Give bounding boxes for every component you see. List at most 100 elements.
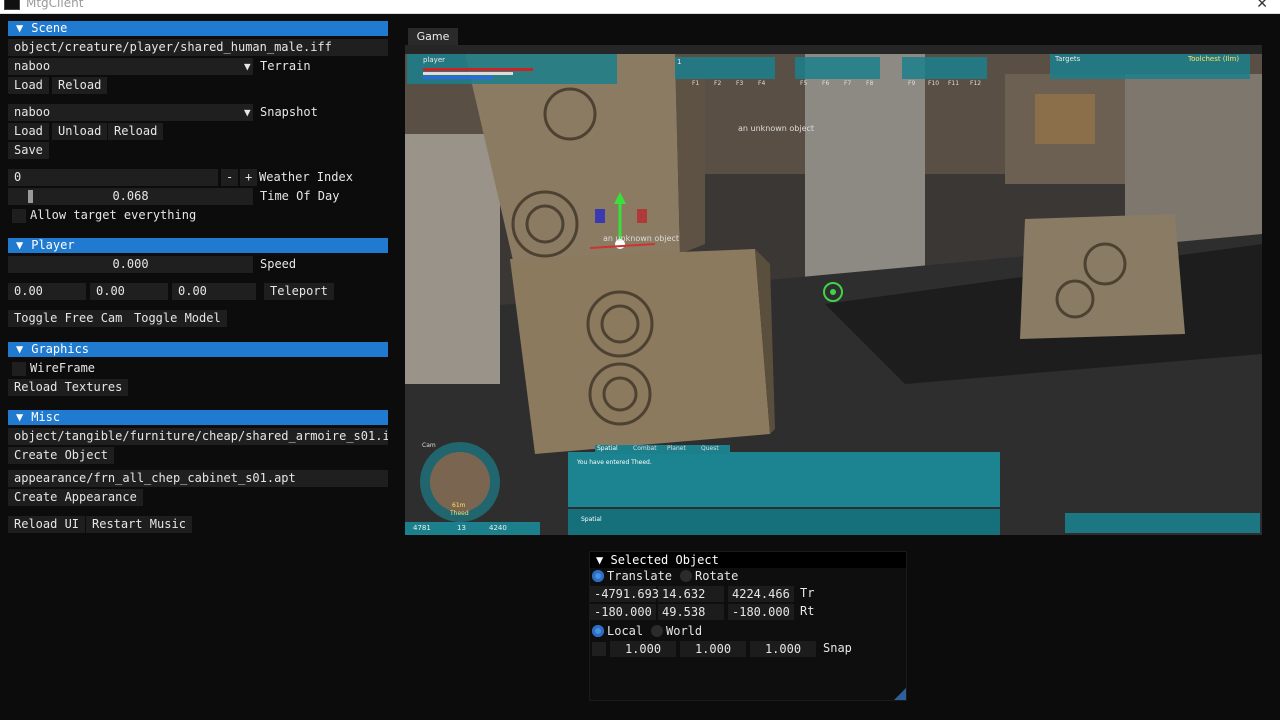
hotkey-row: F1 F2 F3 F4 F5 F6 F7 F8 F9 F10 F11 F12 [692, 80, 992, 89]
chat-message: You have entered Theed. [577, 459, 652, 466]
weather-minus-button[interactable]: - [221, 169, 239, 186]
allow-target-label: Allow target everything [30, 208, 197, 222]
hotkey-label: F7 [844, 80, 852, 87]
speed-field[interactable]: 0.000 [8, 256, 253, 273]
snap-y-field[interactable]: 1.000 [680, 641, 746, 657]
collapse-triangle-icon: ▼ [16, 21, 24, 35]
hotkey-label: F12 [970, 80, 982, 87]
restart-music-button[interactable]: Restart Music [86, 516, 192, 533]
combo-arrow-icon[interactable]: ▼ [244, 60, 251, 73]
chat-tab-quest[interactable]: Quest [701, 445, 719, 452]
snap-z-field[interactable]: 1.000 [750, 641, 816, 657]
toggle-free-cam-button[interactable]: Toggle Free Cam [8, 310, 129, 327]
player-header[interactable]: ▼ Player [8, 238, 388, 253]
snap-x-field[interactable]: 1.000 [610, 641, 676, 657]
object-label: an unknown object [603, 234, 680, 243]
misc-header[interactable]: ▼ Misc [8, 410, 388, 425]
terrain-label: Terrain [260, 59, 311, 73]
hotkey-label: F4 [758, 80, 766, 87]
create-object-button[interactable]: Create Object [8, 447, 114, 464]
translate-label: Translate [607, 569, 673, 583]
radar-label: Cam [422, 442, 436, 449]
graphics-header[interactable]: ▼ Graphics [8, 342, 388, 357]
scene-header[interactable]: ▼ Scene [8, 21, 388, 36]
window-title: MtgClient [26, 0, 84, 10]
collapse-triangle-icon: ▼ [16, 342, 24, 356]
rotate-x-field[interactable]: -180.000 [590, 604, 656, 620]
collapse-triangle-icon: ▼ [16, 238, 24, 252]
weather-index-label: Weather Index [259, 170, 353, 184]
game-tab[interactable]: Game [408, 28, 458, 45]
create-appearance-button[interactable]: Create Appearance [8, 489, 143, 506]
wireframe-checkbox[interactable] [12, 362, 26, 376]
translate-z-field[interactable]: 4224.466 [728, 586, 794, 602]
game-scene [405, 54, 1262, 535]
rotate-row-label: Rt [800, 604, 815, 618]
hotkey-label: F9 [908, 80, 916, 87]
position-y-field[interactable]: 0.00 [90, 283, 168, 300]
selected-object-header[interactable]: ▼ Selected Object [590, 552, 906, 568]
snap-label: Snap [823, 641, 852, 655]
misc-object-path-field[interactable]: object/tangible/furniture/cheap/shared_a… [8, 428, 388, 445]
translate-y-field[interactable]: 14.632 [658, 586, 724, 602]
toggle-model-button[interactable]: Toggle Model [128, 310, 227, 327]
appearance-path-field[interactable]: appearance/frn_all_chep_cabinet_s01.apt [8, 470, 388, 487]
local-label: Local [607, 624, 644, 638]
chat-tab-combat[interactable]: Combat [633, 445, 657, 452]
snapshot-load-button[interactable]: Load [8, 123, 49, 140]
speed-label: Speed [260, 257, 297, 271]
hotkey-label: F6 [822, 80, 830, 87]
world-label: World [666, 624, 703, 638]
combo-arrow-icon[interactable]: ▼ [244, 106, 251, 119]
scene-object-path-field[interactable]: object/creature/player/shared_human_male… [8, 39, 388, 56]
time-slider-grab[interactable] [28, 190, 33, 203]
terrain-load-button[interactable]: Load [8, 77, 49, 94]
snapshot-reload-button[interactable]: Reload [108, 123, 164, 140]
position-x-field[interactable]: 0.00 [8, 283, 86, 300]
rotate-radio[interactable] [680, 570, 692, 582]
rotate-y-field[interactable]: 49.538 [658, 604, 724, 620]
hotkey-label: F2 [714, 80, 722, 87]
local-radio[interactable] [592, 625, 604, 637]
reload-ui-button[interactable]: Reload UI [8, 516, 86, 533]
close-icon[interactable]: ✕ [1256, 0, 1268, 12]
debug-panel: ▼ Scene object/creature/player/shared_hum… [8, 18, 390, 720]
weather-index-field[interactable]: 0 [8, 169, 218, 186]
resize-grip-icon[interactable] [894, 688, 906, 700]
hotkey-label: F5 [800, 80, 808, 87]
game-viewport[interactable]: player 1 Targets Toolchest (Ilm) an unkn… [405, 54, 1262, 535]
translate-radio[interactable] [592, 570, 604, 582]
rotate-label: Rotate [695, 569, 739, 583]
time-of-day-slider[interactable]: 0.068 [8, 188, 253, 205]
object-label: an unknown object [738, 124, 815, 133]
weather-plus-button[interactable]: + [240, 169, 258, 186]
time-of-day-label: Time Of Day [260, 189, 340, 203]
snapshot-label: Snapshot [260, 105, 318, 119]
position-z-field[interactable]: 0.00 [172, 283, 256, 300]
world-radio[interactable] [651, 625, 663, 637]
allow-target-checkbox[interactable] [12, 209, 26, 223]
snapshot-unload-button[interactable]: Unload [52, 123, 108, 140]
terrain-reload-button[interactable]: Reload [52, 77, 108, 94]
snapshot-select[interactable]: naboo [8, 104, 253, 121]
translate-x-field[interactable]: -4791.693 [590, 586, 659, 602]
player-name: player [423, 56, 446, 64]
app-icon [4, 0, 20, 10]
chat-tab-planet[interactable]: Planet [667, 445, 686, 452]
chat-tab-spatial[interactable]: Spatial [597, 445, 618, 452]
window-titlebar: MtgClient ✕ [0, 0, 1280, 14]
hotkey-label: F1 [692, 80, 700, 87]
chat-input-label[interactable]: Spatial [581, 516, 602, 523]
hotkey-label: F8 [866, 80, 874, 87]
snap-checkbox[interactable] [592, 642, 606, 656]
hotkey-label: F11 [948, 80, 960, 87]
hotkey-label: F3 [736, 80, 744, 87]
teleport-button[interactable]: Teleport [264, 283, 334, 300]
terrain-select[interactable]: naboo [8, 58, 253, 75]
reload-textures-button[interactable]: Reload Textures [8, 379, 129, 396]
radar-zone: Theed [450, 510, 469, 517]
collapse-triangle-icon: ▼ [596, 553, 604, 567]
coord-z: 4240 [489, 524, 507, 532]
rotate-z-field[interactable]: -180.000 [728, 604, 794, 620]
snapshot-save-button[interactable]: Save [8, 142, 49, 159]
